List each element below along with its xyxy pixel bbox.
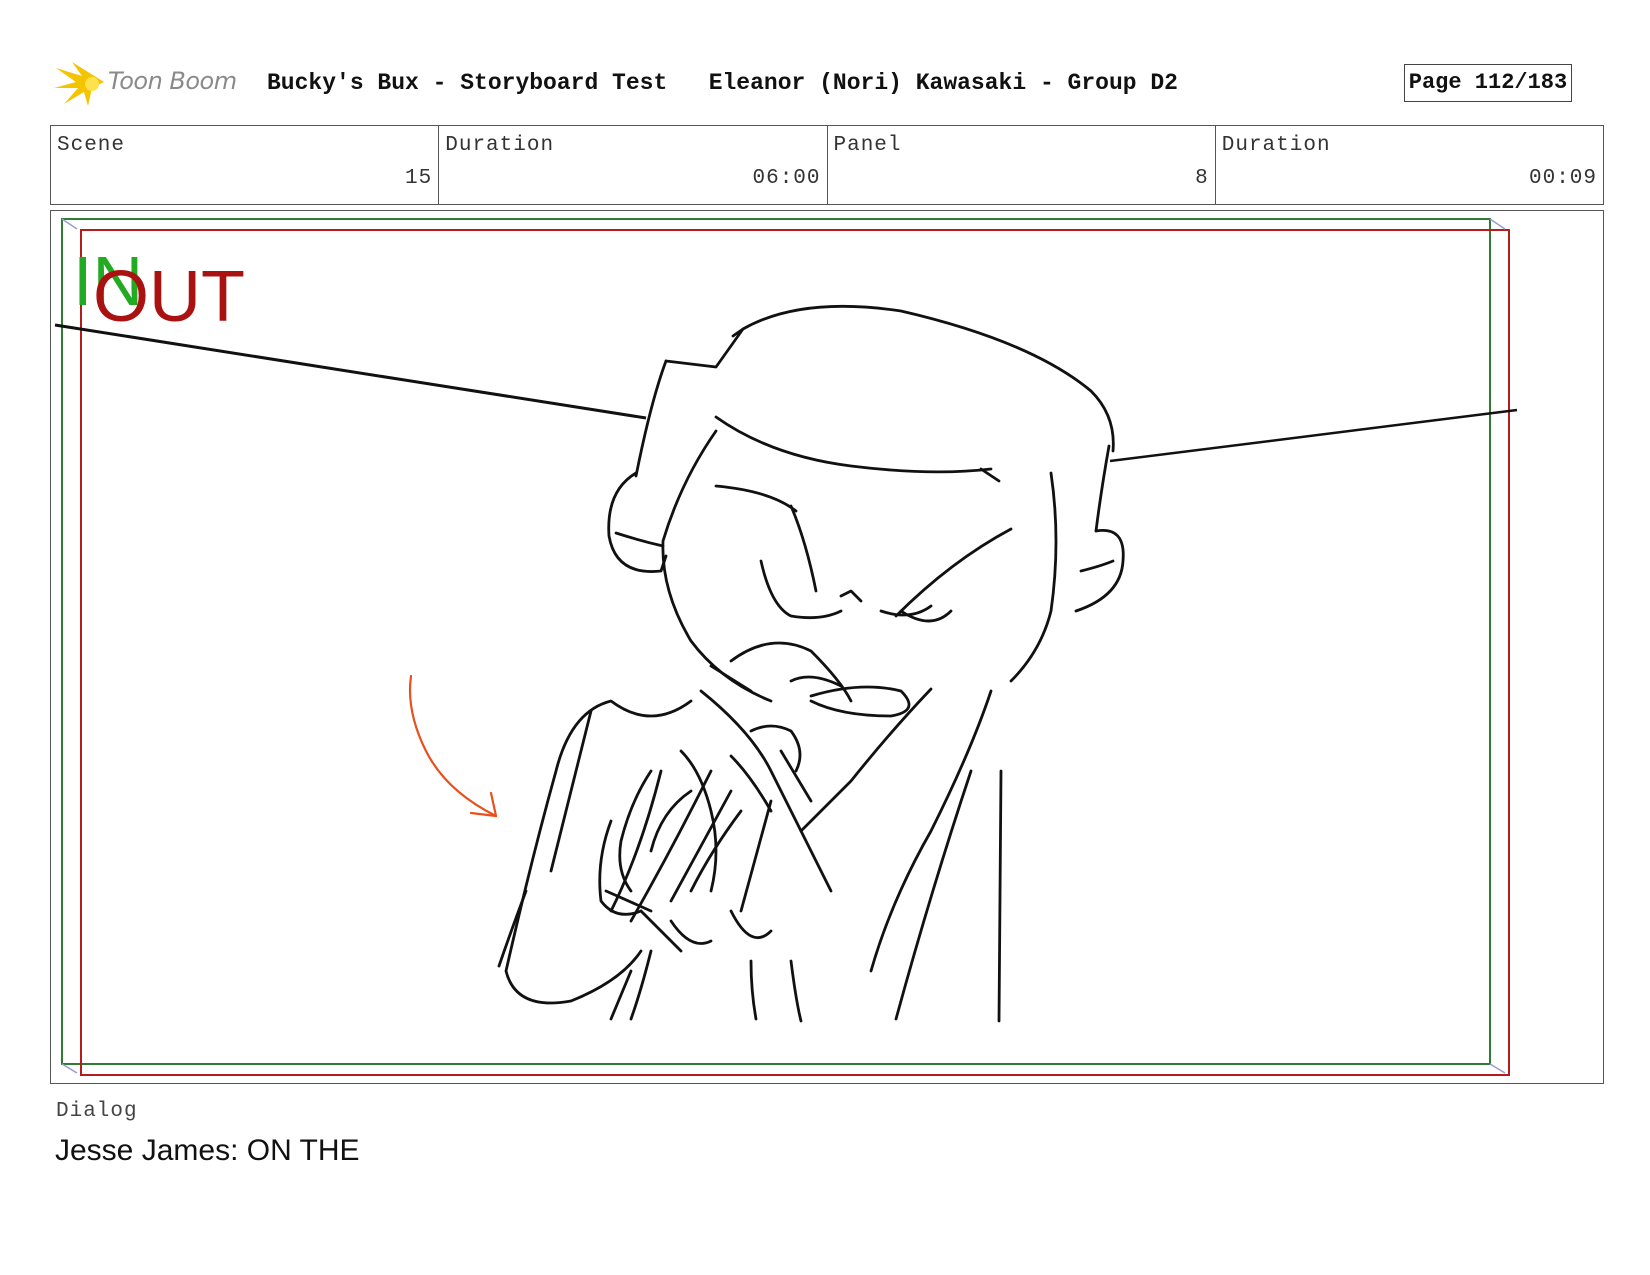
scene-cell: Scene 15 — [51, 126, 438, 204]
storyboard-panel: IN OUT — [50, 210, 1604, 1084]
scene-duration-cell: Duration 06:00 — [438, 126, 826, 204]
author-name: Eleanor (Nori) Kawasaki - Group D2 — [708, 70, 1178, 96]
header-title: Bucky's Bux - Storyboard Test Eleanor (N… — [267, 70, 1178, 96]
project-title: Bucky's Bux - Storyboard Test — [267, 70, 668, 96]
logo-text: Toon Boom — [108, 67, 237, 95]
page-header: Toon Boom Bucky's Bux - Storyboard Test … — [54, 58, 1606, 108]
out-marker: OUT — [93, 257, 245, 337]
toon-boom-logo: Toon Boom — [54, 58, 254, 108]
scene-duration-label: Duration — [445, 134, 555, 157]
scene-label: Scene — [57, 134, 126, 157]
rope-line-left — [54, 323, 647, 420]
panel-drawing: IN OUT — [54, 218, 1518, 1076]
character-sketch — [497, 304, 1125, 1023]
panel-duration-cell: Duration 00:09 — [1214, 126, 1603, 204]
out-frame — [80, 229, 1510, 1076]
dialog-label: Dialog — [56, 1100, 138, 1123]
scene-duration-value: 06:00 — [752, 167, 821, 190]
panel-value: 8 — [1195, 167, 1209, 190]
starburst-icon — [54, 62, 104, 106]
panel-duration-label: Duration — [1221, 134, 1331, 157]
dialog-text: Jesse James: ON THE — [55, 1134, 360, 1167]
page-number: Page 112/183 — [1404, 64, 1572, 102]
panel-label: Panel — [833, 134, 902, 157]
panel-cell: Panel 8 — [826, 126, 1215, 204]
motion-arrow-icon — [408, 674, 498, 818]
scene-info-table: Scene 15 Duration 06:00 Panel 8 Duration… — [50, 125, 1604, 205]
scene-value: 15 — [405, 167, 433, 190]
panel-duration-value: 00:09 — [1528, 167, 1597, 190]
rope-line-right — [1109, 408, 1518, 463]
corner-ticks — [61, 218, 1506, 1074]
in-frame — [61, 218, 1491, 1065]
